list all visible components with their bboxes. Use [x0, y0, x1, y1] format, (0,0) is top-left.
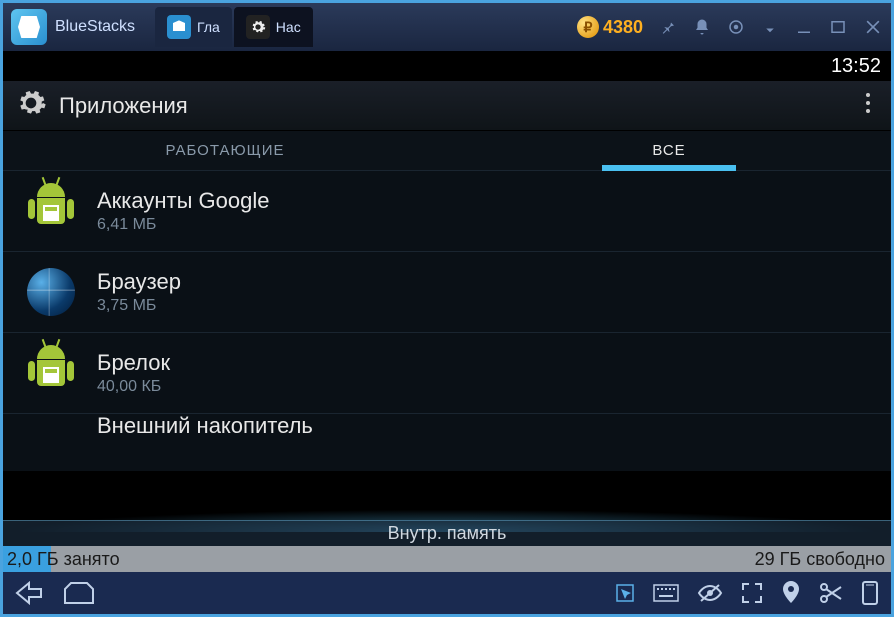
back-button[interactable] [15, 581, 43, 605]
tab-settings[interactable]: Нас [234, 7, 313, 47]
titlebar: BlueStacks Гла Нас ₽ 4380 [3, 3, 891, 51]
app-icon-android [23, 414, 79, 436]
minimize-icon[interactable] [795, 18, 813, 36]
app-list[interactable]: Аккаунты Google 6,41 МБ Браузер 3,75 МБ [3, 171, 891, 471]
storage-panel: Внутр. память 2,0 ГБ занято 29 ГБ свобод… [3, 500, 891, 572]
app-row[interactable]: Брелок 40,00 КБ [3, 333, 891, 414]
bell-icon[interactable] [693, 18, 711, 36]
app-size: 3,75 МБ [97, 297, 871, 315]
location-icon[interactable] [781, 581, 801, 605]
app-row[interactable]: Внешний накопитель [3, 414, 891, 436]
pin-icon[interactable] [659, 18, 677, 36]
app-size: 40,00 КБ [97, 378, 871, 396]
status-bar: 13:52 [3, 51, 891, 81]
app-tabs: РАБОТАЮЩИЕ ВСЕ [3, 131, 891, 171]
visibility-off-icon[interactable] [697, 583, 723, 603]
tab-label: ВСЕ [652, 142, 685, 159]
app-icon-android [23, 183, 79, 239]
settings-gear-icon [15, 87, 47, 124]
home-icon [167, 15, 191, 39]
action-bar: Приложения [3, 81, 891, 131]
app-info: Брелок 40,00 КБ [97, 350, 871, 396]
app-info: Аккаунты Google 6,41 МБ [97, 188, 871, 234]
app-icon-android [23, 345, 79, 401]
bluestacks-window: BlueStacks Гла Нас ₽ 4380 [0, 0, 894, 617]
storage-label: Внутр. память [3, 520, 891, 546]
coin-value: 4380 [603, 17, 643, 38]
overflow-menu-icon[interactable] [857, 83, 879, 128]
target-icon[interactable] [727, 18, 745, 36]
tab-home[interactable]: Гла [155, 7, 232, 47]
app-name: Браузер [97, 269, 871, 295]
bluestacks-logo-icon [11, 9, 47, 45]
android-nav [3, 572, 891, 614]
maximize-icon[interactable] [829, 18, 847, 36]
titlebar-right: ₽ 4380 [577, 16, 883, 38]
tab-running[interactable]: РАБОТАЮЩИЕ [3, 131, 447, 170]
tab-label: Гла [197, 19, 220, 35]
close-icon[interactable] [863, 17, 883, 37]
keyboard-icon[interactable] [653, 584, 679, 602]
app-name: Внешний накопитель [97, 414, 871, 436]
app-row[interactable]: Аккаунты Google 6,41 МБ [3, 171, 891, 252]
app-name: Аккаунты Google [97, 188, 871, 214]
clock: 13:52 [831, 55, 881, 78]
dropdown-icon[interactable] [761, 18, 779, 36]
scissors-icon[interactable] [819, 582, 843, 604]
tab-label: Нас [276, 19, 301, 35]
tab-all[interactable]: ВСЕ [447, 131, 891, 170]
storage-free: 29 ГБ свободно [755, 549, 885, 570]
page-title: Приложения [59, 93, 857, 119]
app-icon-globe [23, 264, 79, 320]
tab-label: РАБОТАЮЩИЕ [165, 142, 284, 159]
storage-used: 2,0 ГБ занято [7, 549, 120, 570]
fullscreen-icon[interactable] [741, 582, 763, 604]
coin-icon: ₽ [577, 16, 599, 38]
home-button[interactable] [63, 581, 95, 605]
android-screen: 13:52 Приложения РАБОТАЮЩИЕ ВСЕ [3, 51, 891, 614]
storage-bar: 2,0 ГБ занято 29 ГБ свободно [3, 546, 891, 572]
app-size: 6,41 МБ [97, 216, 871, 234]
app-info: Внешний накопитель [97, 414, 871, 436]
app-name: BlueStacks [55, 18, 135, 36]
gear-icon [246, 15, 270, 39]
app-name: Брелок [97, 350, 871, 376]
rotate-icon[interactable] [861, 580, 879, 606]
app-row[interactable]: Браузер 3,75 МБ [3, 252, 891, 333]
cursor-icon[interactable] [615, 583, 635, 603]
app-info: Браузер 3,75 МБ [97, 269, 871, 315]
coin-balance[interactable]: ₽ 4380 [577, 16, 643, 38]
